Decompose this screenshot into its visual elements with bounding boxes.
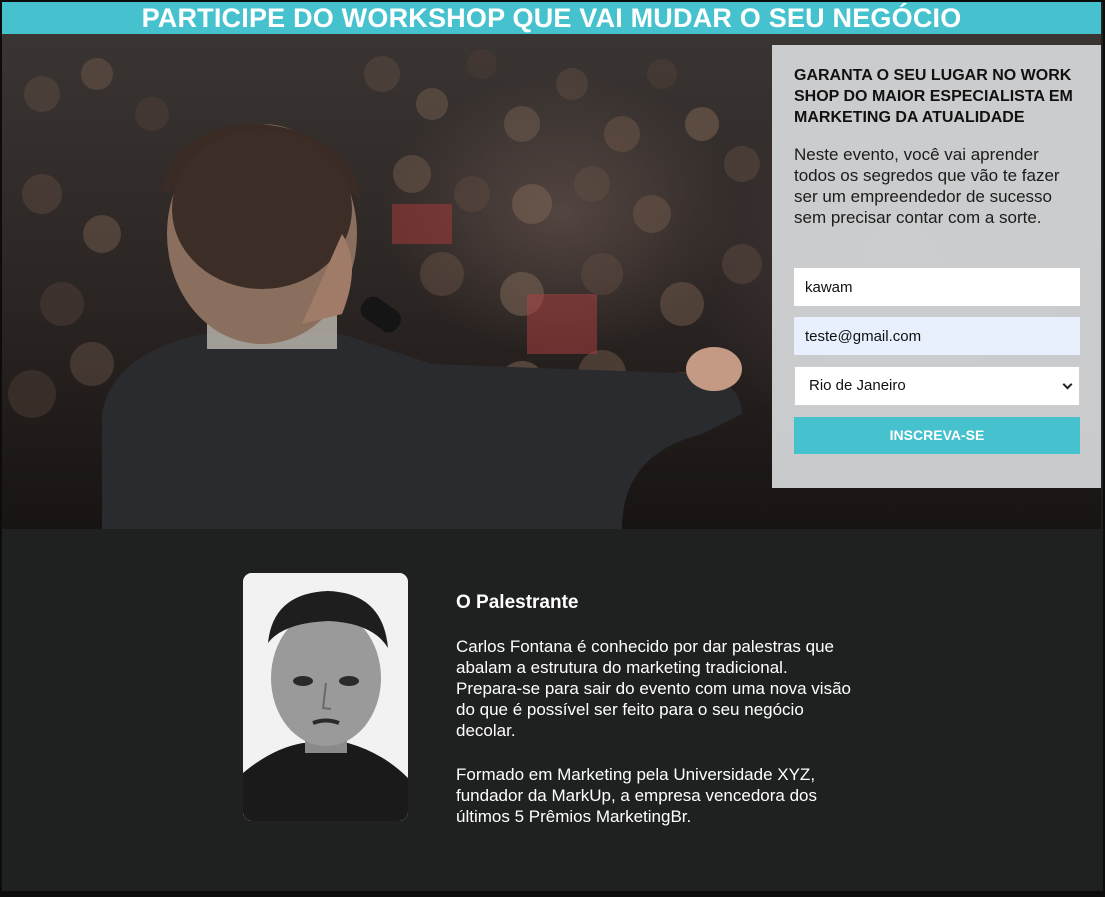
speaker-heading: O Palestrante — [456, 592, 579, 613]
chevron-down-icon — [1062, 379, 1073, 390]
form-description: Neste evento, você vai aprender todos os… — [794, 145, 1060, 227]
name-input[interactable] — [794, 268, 1080, 306]
speaker-portrait-image — [243, 573, 408, 821]
subscribe-button[interactable]: INSCREVA-SE — [794, 417, 1080, 454]
city-select[interactable]: Rio de Janeiro — [794, 366, 1080, 406]
speaker-bio-paragraph-1: Carlos Fontana é conhecido por dar pales… — [456, 637, 851, 740]
email-input[interactable] — [794, 317, 1080, 355]
speaker-photo — [243, 573, 408, 821]
speaker-bio-paragraph-2: Formado em Marketing pela Universidade X… — [456, 765, 817, 826]
city-select-value: Rio de Janeiro — [809, 377, 906, 394]
hero-section: GARANTA O SEU LUGAR NO WORK SHOP DO MAIO… — [2, 34, 1101, 529]
bottom-border — [0, 891, 1105, 897]
form-title: GARANTA O SEU LUGAR NO WORK SHOP DO MAIO… — [794, 67, 1073, 126]
speaker-section: O Palestrante Carlos Fontana é conhecido… — [2, 529, 1101, 891]
page-title: PARTICIPE DO WORKSHOP QUE VAI MUDAR O SE… — [2, 2, 1101, 34]
registration-form: GARANTA O SEU LUGAR NO WORK SHOP DO MAIO… — [772, 45, 1101, 488]
